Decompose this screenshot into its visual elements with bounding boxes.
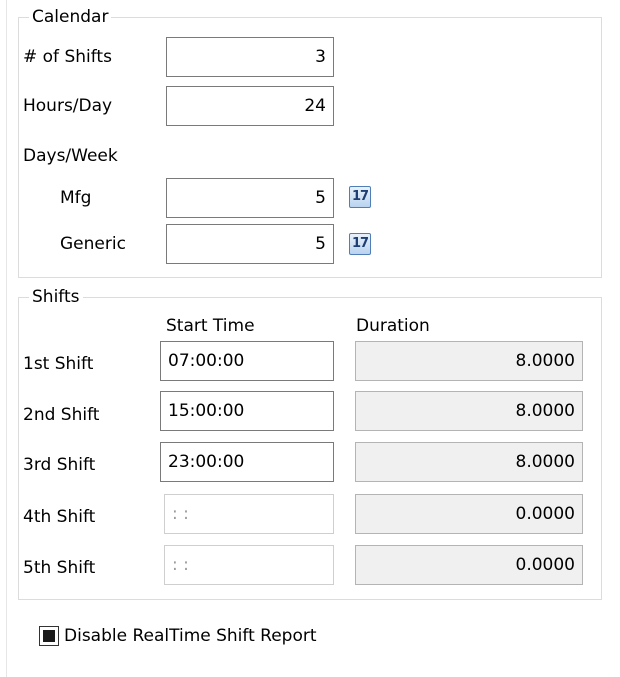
generic-days-label: Generic xyxy=(60,234,126,254)
shift-3-duration-field: 8.0000 xyxy=(355,442,583,482)
checkbox-check-mark xyxy=(43,630,55,642)
shift-2-duration-field: 8.0000 xyxy=(355,391,583,431)
disable-realtime-checkbox[interactable] xyxy=(39,626,59,646)
start-time-header: Start Time xyxy=(166,316,255,336)
shift-4-start-input[interactable]: : : xyxy=(164,494,334,534)
shift-4-label: 4th Shift xyxy=(23,507,96,527)
duration-header: Duration xyxy=(356,316,430,336)
hours-per-day-label: Hours/Day xyxy=(23,96,113,116)
mfg-days-input[interactable]: 5 xyxy=(166,178,334,218)
mfg-calendar-icon[interactable]: 17 xyxy=(349,186,371,208)
generic-calendar-icon[interactable]: 17 xyxy=(349,233,371,255)
shift-5-start-input[interactable]: : : xyxy=(164,545,334,585)
shift-5-duration-field: 0.0000 xyxy=(355,545,583,585)
mfg-calendar-glyph: 17 xyxy=(351,189,369,204)
generic-days-input[interactable]: 5 xyxy=(166,224,334,264)
shift-2-start-input[interactable]: 15:00:00 xyxy=(160,391,334,431)
shift-3-start-input[interactable]: 23:00:00 xyxy=(160,442,334,482)
shifts-count-input[interactable]: 3 xyxy=(166,37,334,77)
calendar-legend: Calendar xyxy=(32,7,109,27)
shift-1-start-input[interactable]: 07:00:00 xyxy=(160,341,334,381)
shift-1-duration-field: 8.0000 xyxy=(355,341,583,381)
generic-calendar-glyph: 17 xyxy=(351,236,369,251)
shift-3-label: 3rd Shift xyxy=(23,455,96,475)
shifts-count-label: # of Shifts xyxy=(23,47,112,67)
shift-5-label: 5th Shift xyxy=(23,558,96,578)
shifts-legend: Shifts xyxy=(32,287,80,307)
mfg-days-label: Mfg xyxy=(60,188,92,208)
days-per-week-label: Days/Week xyxy=(23,146,118,166)
shift-2-label: 2nd Shift xyxy=(23,405,100,425)
disable-realtime-label[interactable]: Disable RealTime Shift Report xyxy=(64,626,317,646)
shift-1-label: 1st Shift xyxy=(23,354,94,374)
hours-per-day-input[interactable]: 24 xyxy=(166,86,334,126)
left-edge-line xyxy=(6,0,7,677)
shift-4-duration-field: 0.0000 xyxy=(355,494,583,534)
